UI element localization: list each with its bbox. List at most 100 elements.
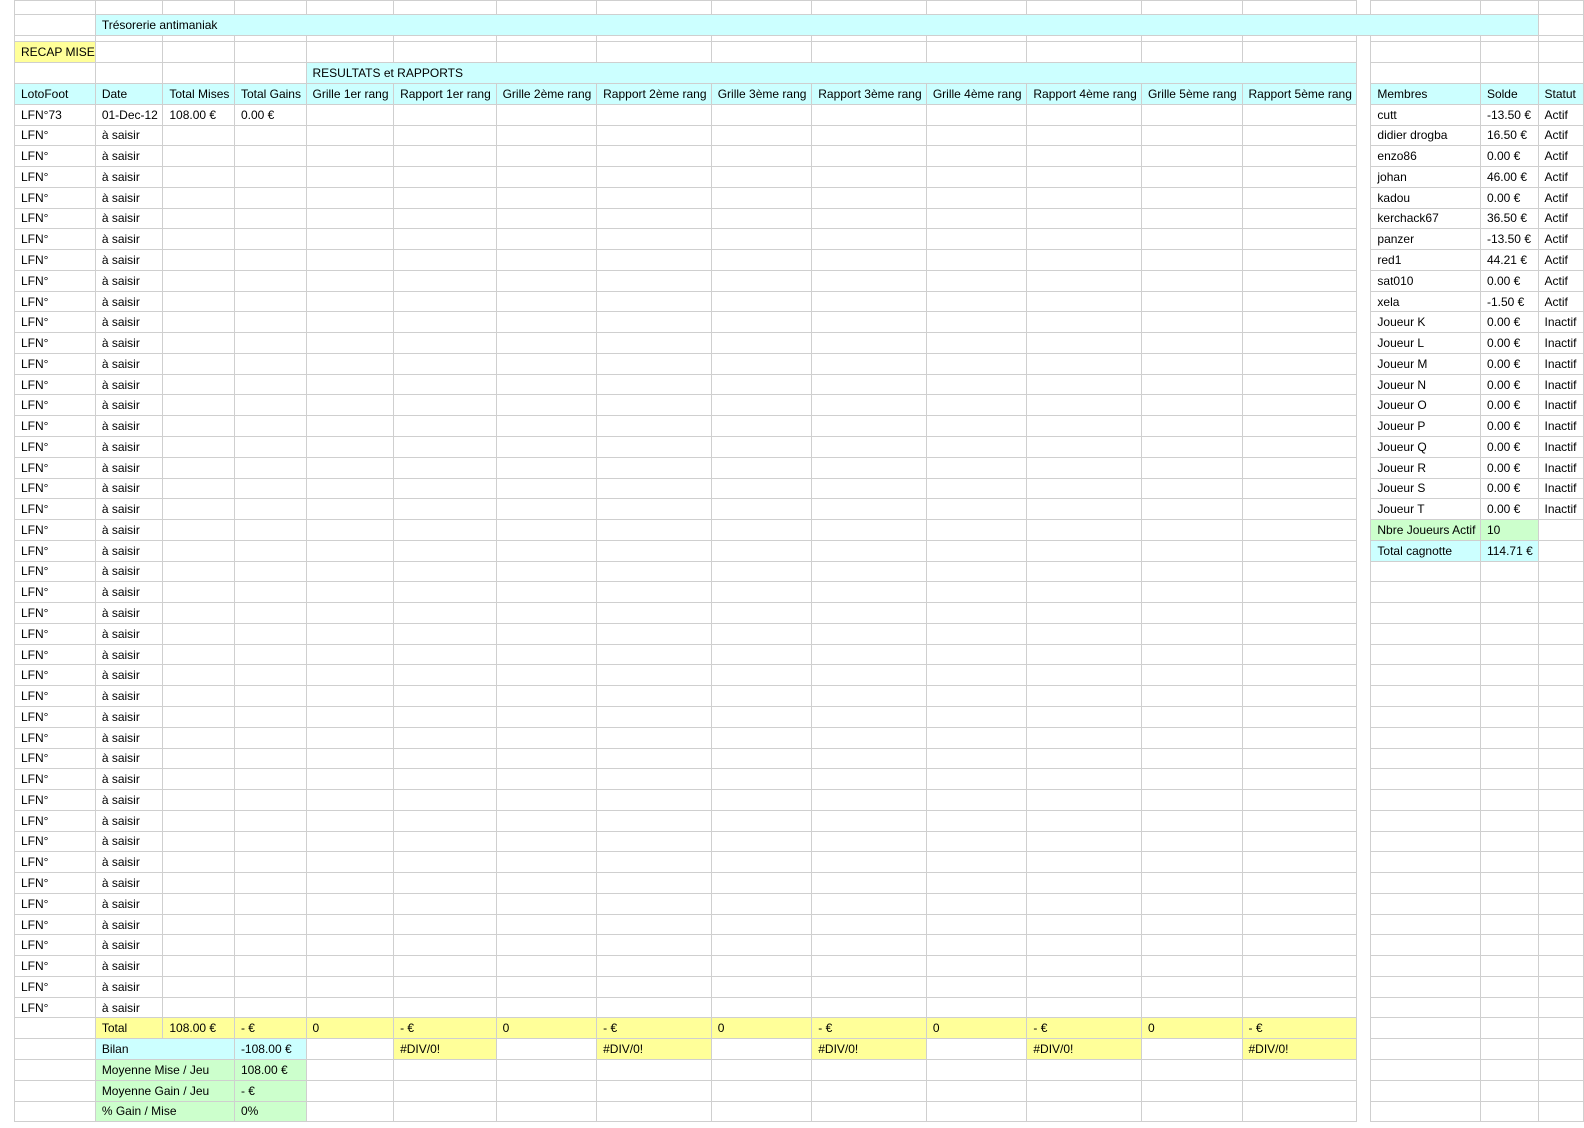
cell[interactable] — [1370, 622, 1481, 645]
cell[interactable] — [596, 332, 712, 354]
cell[interactable] — [162, 311, 235, 334]
cell[interactable] — [811, 415, 927, 438]
cell[interactable] — [925, 705, 1028, 728]
cell[interactable] — [393, 602, 497, 624]
cell[interactable] — [1241, 539, 1358, 562]
cell[interactable] — [1479, 934, 1539, 957]
cell[interactable] — [495, 1058, 598, 1081]
cell[interactable] — [393, 955, 497, 977]
cell[interactable] — [1140, 602, 1243, 624]
member-solde[interactable]: -1.50 € — [1479, 290, 1539, 313]
cell[interactable] — [1026, 311, 1142, 334]
cell[interactable] — [1370, 0, 1481, 15]
cell[interactable] — [1537, 1100, 1584, 1123]
cell[interactable] — [305, 1079, 395, 1102]
cell[interactable] — [233, 249, 307, 271]
cell[interactable] — [710, 996, 813, 1019]
cell[interactable] — [495, 456, 598, 479]
cell[interactable] — [596, 872, 712, 894]
members-header[interactable]: Solde — [1479, 83, 1539, 105]
cell[interactable] — [925, 1079, 1028, 1102]
cell[interactable] — [1479, 41, 1539, 63]
cell[interactable] — [1241, 145, 1358, 168]
lotofoot-cell[interactable]: LFN° — [14, 892, 96, 915]
cell[interactable] — [495, 1079, 598, 1102]
cell[interactable] — [305, 789, 395, 811]
stat-label[interactable]: % Gain / Mise — [94, 1100, 235, 1123]
cell[interactable] — [1370, 872, 1481, 894]
cell[interactable] — [1140, 290, 1243, 313]
date-cell[interactable]: à saisir — [94, 228, 164, 251]
cell[interactable] — [1140, 975, 1243, 998]
cell[interactable] — [14, 62, 96, 84]
cell[interactable] — [393, 913, 497, 936]
cell[interactable] — [1357, 250, 1371, 271]
member-statut[interactable]: Actif — [1537, 249, 1584, 271]
cell[interactable] — [811, 103, 927, 126]
cell[interactable] — [710, 1100, 813, 1123]
cell[interactable] — [596, 228, 712, 251]
total-value[interactable]: - € — [1026, 1017, 1142, 1040]
cell[interactable] — [1357, 706, 1371, 727]
date-cell[interactable]: à saisir — [94, 519, 164, 541]
cell[interactable] — [162, 498, 235, 521]
cell[interactable] — [596, 705, 712, 728]
cell[interactable] — [233, 934, 307, 957]
cell[interactable] — [925, 830, 1028, 853]
cell[interactable] — [710, 332, 813, 354]
cell[interactable] — [925, 975, 1028, 998]
cell[interactable] — [710, 913, 813, 936]
cell[interactable] — [233, 955, 307, 977]
cell[interactable] — [162, 186, 235, 209]
cell[interactable] — [393, 851, 497, 874]
cell[interactable] — [495, 851, 598, 874]
cell[interactable] — [1370, 560, 1481, 583]
total-gains-cell[interactable]: 0.00 € — [233, 103, 307, 126]
cell[interactable] — [1026, 332, 1142, 354]
column-header[interactable]: Total Gains — [233, 83, 307, 105]
cell[interactable] — [1479, 872, 1539, 894]
cell[interactable] — [925, 249, 1028, 271]
cell[interactable] — [1026, 830, 1142, 853]
cell[interactable] — [925, 311, 1028, 334]
cell[interactable] — [1241, 269, 1358, 292]
cell[interactable] — [1357, 395, 1371, 416]
cell[interactable] — [233, 0, 307, 15]
cell[interactable] — [495, 186, 598, 209]
member-statut[interactable]: Inactif — [1537, 311, 1584, 334]
cell[interactable] — [305, 768, 395, 791]
cell[interactable] — [1357, 831, 1371, 852]
cell[interactable] — [1537, 0, 1584, 15]
cell[interactable] — [1370, 1079, 1481, 1102]
cell[interactable] — [811, 1100, 927, 1123]
cell[interactable] — [162, 228, 235, 251]
cell[interactable] — [233, 872, 307, 894]
cell[interactable] — [14, 1058, 96, 1081]
cell[interactable] — [495, 539, 598, 562]
member-statut[interactable]: Actif — [1537, 145, 1584, 168]
cell[interactable] — [710, 934, 813, 957]
cell[interactable] — [495, 789, 598, 811]
cell[interactable] — [925, 456, 1028, 479]
cell[interactable] — [710, 602, 813, 624]
cell[interactable] — [811, 519, 927, 541]
cell[interactable] — [596, 602, 712, 624]
cell[interactable] — [710, 975, 813, 998]
lotofoot-cell[interactable]: LFN° — [14, 207, 96, 230]
date-cell[interactable]: à saisir — [94, 186, 164, 209]
date-cell[interactable]: à saisir — [94, 332, 164, 354]
cell[interactable] — [233, 311, 307, 334]
cell[interactable] — [1537, 768, 1584, 791]
cell[interactable] — [1140, 726, 1243, 749]
cell[interactable] — [1357, 582, 1371, 603]
date-cell[interactable]: à saisir — [94, 830, 164, 853]
cell[interactable] — [393, 872, 497, 894]
cell[interactable] — [596, 851, 712, 874]
cell[interactable] — [1370, 643, 1481, 666]
member-name[interactable]: Joueur S — [1370, 477, 1481, 500]
date-cell[interactable]: à saisir — [94, 560, 164, 583]
cell[interactable] — [1026, 1079, 1142, 1102]
cell[interactable] — [1241, 955, 1358, 977]
cell[interactable] — [162, 643, 235, 666]
cell[interactable] — [1357, 748, 1371, 769]
